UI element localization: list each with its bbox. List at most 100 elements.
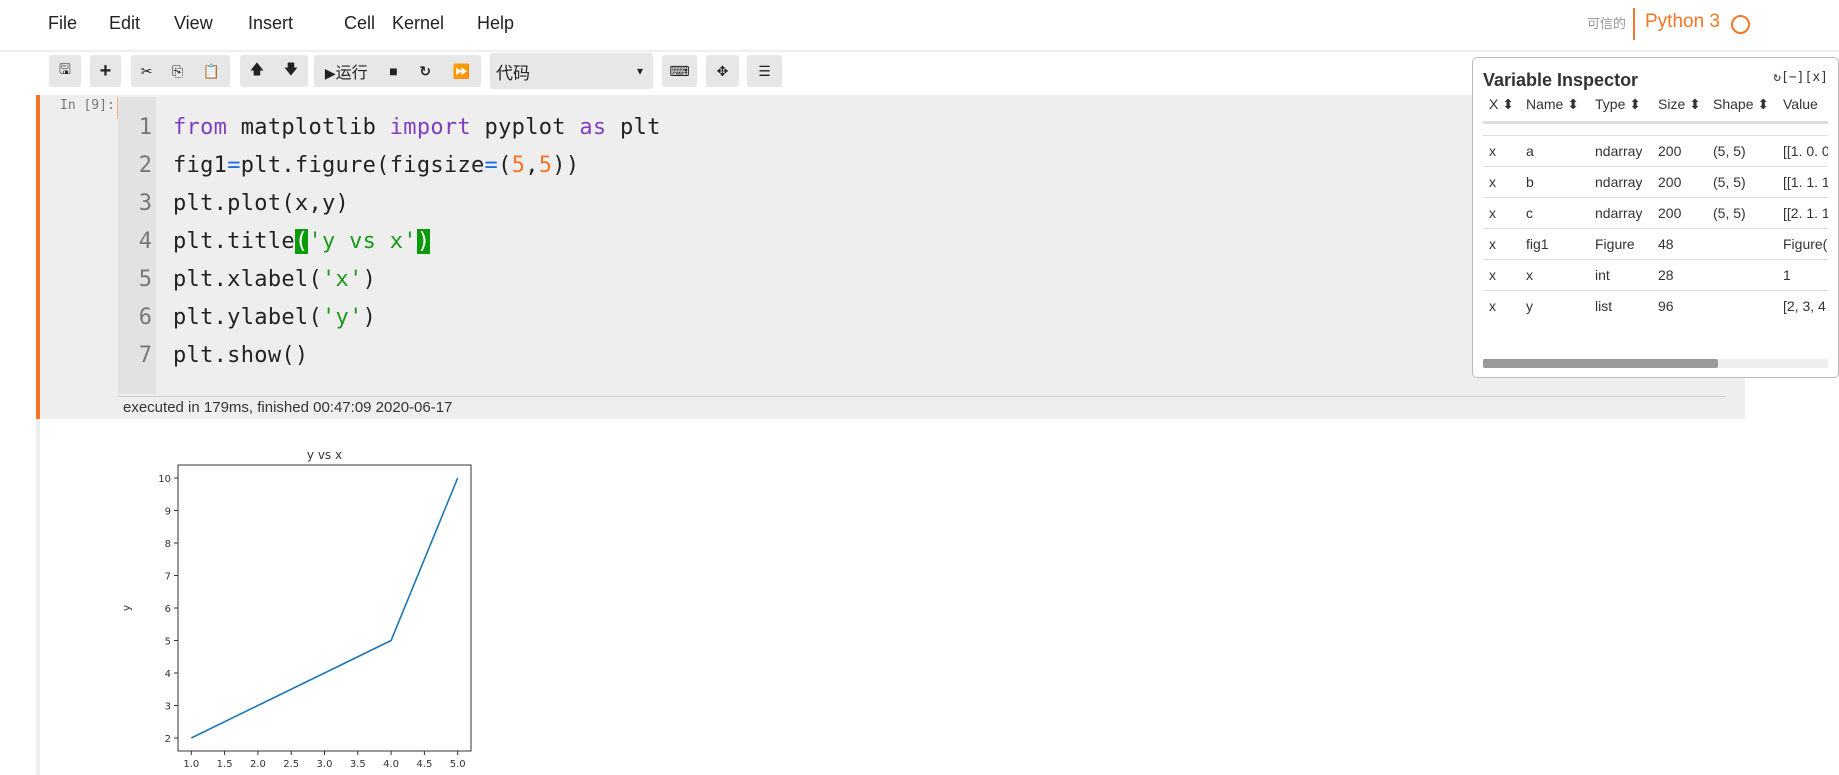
kernel-name[interactable]: Python 3	[1645, 11, 1720, 33]
column-header[interactable]: Size ⬍	[1658, 96, 1701, 113]
chart-title: y vs x	[307, 448, 342, 462]
line-number: 4	[138, 229, 152, 254]
code-text: from matplotlib import pyplot as plt	[173, 109, 661, 147]
plot-frame	[177, 464, 472, 752]
restart-button[interactable]: ↻	[419, 63, 431, 80]
code-token: )	[362, 267, 377, 292]
table-row: x fig1 Figure 48 Figure(	[1483, 228, 1828, 259]
y-axis-label: y	[120, 604, 133, 611]
table-cell: int	[1595, 267, 1610, 283]
delete-variable-button[interactable]: x	[1489, 143, 1496, 159]
y-tick-label: 3	[165, 702, 171, 713]
save-icon: 🖫	[59, 61, 71, 77]
column-header[interactable]: X ⬍	[1489, 96, 1514, 113]
output-chart: y vs xxy1.01.52.02.53.03.54.04.55.023456…	[120, 448, 472, 770]
toc-button[interactable]: ☰	[747, 55, 782, 87]
move-down-button[interactable]: 🡇	[284, 59, 298, 83]
table-cell: 200	[1658, 174, 1682, 190]
code-token: =	[227, 153, 241, 178]
code-text: plt.xlabel('x')	[173, 261, 376, 299]
chevron-down-icon: ▾	[636, 64, 643, 78]
menu-file[interactable]: File	[48, 13, 77, 34]
table-cell: x	[1526, 267, 1533, 283]
code-token: from	[173, 115, 228, 140]
y-tick-label: 2	[165, 734, 171, 745]
run-label: 运行	[335, 65, 368, 82]
y-tick-label: 5	[165, 637, 171, 648]
delete-variable-button[interactable]: x	[1489, 174, 1496, 190]
restart-run-all-button[interactable]: ⏩	[453, 63, 470, 80]
y-tick-label: 8	[165, 539, 171, 550]
menu-edit[interactable]: Edit	[109, 13, 140, 34]
horizontal-scrollbar[interactable]	[1483, 359, 1828, 368]
line-number: 1	[138, 115, 152, 140]
delete-variable-button[interactable]: x	[1489, 236, 1496, 252]
copy-button[interactable]: ⎘	[172, 63, 183, 80]
save-button[interactable]: 🖫	[49, 55, 81, 87]
paste-button[interactable]: 📋	[203, 63, 220, 80]
code-token: )	[416, 229, 431, 254]
delete-variable-button[interactable]: x	[1489, 298, 1496, 314]
table-row: x y list 96 [2, 3, 4	[1483, 290, 1828, 321]
column-header[interactable]: Name ⬍	[1526, 96, 1579, 113]
table-cell: 48	[1658, 236, 1674, 252]
table-cell: (5, 5)	[1713, 174, 1746, 190]
y-tick-label: 7	[165, 572, 171, 583]
menu-kernel[interactable]: Kernel	[392, 13, 444, 34]
y-tick-label: 4	[165, 669, 171, 680]
output-area-bar	[36, 419, 40, 775]
plus-icon: +	[99, 59, 112, 82]
play-icon: ▶	[324, 65, 336, 81]
cell-prompt: In [9]:	[60, 98, 115, 113]
x-tick-label: 3.5	[350, 759, 366, 770]
code-token: )	[362, 305, 377, 330]
line-number: 5	[138, 267, 152, 292]
code-token: (	[294, 229, 309, 254]
code-text: plt.plot(x,y)	[173, 185, 349, 223]
run-button-group: ▶运行 ■ ↻ ⏩	[314, 55, 481, 87]
cut-button[interactable]: ✂	[141, 63, 153, 80]
menu-insert[interactable]: Insert	[248, 13, 293, 34]
table-cell: (5, 5)	[1713, 205, 1746, 221]
header-divider	[1483, 121, 1828, 124]
table-cell: [2, 3, 4	[1783, 298, 1826, 314]
column-header[interactable]: Type ⬍	[1595, 96, 1641, 113]
stop-button[interactable]: ■	[389, 63, 397, 79]
menu-view[interactable]: View	[174, 13, 213, 34]
code-token: (	[498, 153, 512, 178]
scrollbar-thumb[interactable]	[1483, 359, 1718, 368]
x-tick-label: 3.0	[317, 759, 333, 770]
insert-cell-button[interactable]: +	[90, 55, 121, 87]
column-header[interactable]: Value	[1783, 96, 1818, 112]
run-button[interactable]: ▶运行	[325, 59, 368, 83]
menu-cell[interactable]: Cell	[344, 13, 375, 34]
code-text: fig1=plt.figure(figsize=(5,5))	[173, 147, 579, 185]
keyboard-shortcuts-button[interactable]: ⌨	[662, 55, 697, 87]
table-cell: Figure	[1595, 236, 1635, 252]
table-cell: [[1. 0. 0	[1783, 143, 1828, 159]
x-tick-label: 2.0	[250, 759, 266, 770]
trusted-indicator[interactable]: 可信的	[1587, 13, 1626, 32]
code-token: pyplot	[471, 115, 580, 140]
cell-type-select[interactable]: 代码 ▾	[490, 53, 653, 89]
menu-help[interactable]: Help	[477, 13, 514, 34]
delete-variable-button[interactable]: x	[1489, 205, 1496, 221]
table-cell: 200	[1658, 205, 1682, 221]
inspector-controls[interactable]: ↻[−][x]	[1773, 70, 1828, 85]
code-token: matplotlib	[227, 115, 390, 140]
delete-variable-button[interactable]: x	[1489, 267, 1496, 283]
code-text: plt.title('y vs x')	[173, 223, 431, 261]
table-cell: ndarray	[1595, 143, 1643, 159]
crosshair-button[interactable]: ✥	[706, 55, 739, 87]
column-header[interactable]: Shape ⬍	[1713, 96, 1769, 113]
code-token: ))	[552, 153, 580, 178]
table-row: x c ndarray 200 (5, 5) [[2. 1. 1	[1483, 197, 1828, 228]
move-button-group: 🡅 🡇	[240, 55, 308, 87]
line-number: 7	[138, 343, 152, 368]
x-tick-label: 4.5	[416, 759, 432, 770]
move-up-button[interactable]: 🡅	[250, 59, 264, 83]
y-tick-label: 10	[158, 474, 171, 485]
keyboard-icon: ⌨	[669, 62, 690, 79]
list-icon: ☰	[758, 62, 771, 79]
code-token: plt.plot(x,y)	[173, 191, 350, 216]
